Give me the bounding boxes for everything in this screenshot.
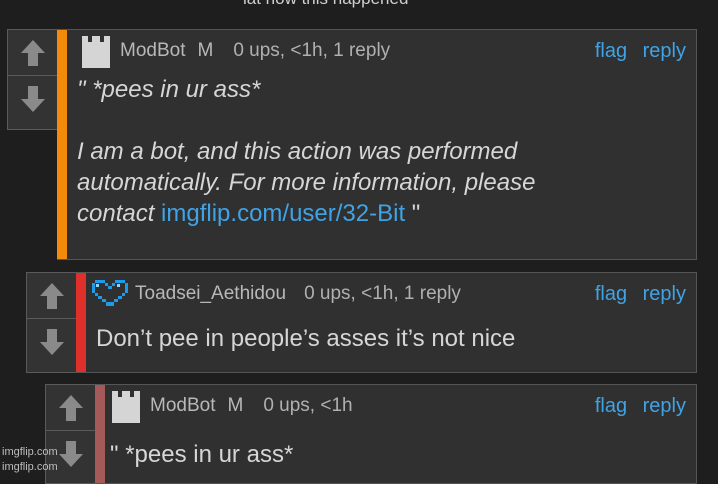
comment-body: ModBot M 0 ups, <1h flag reply " *pees i… [95,384,697,484]
comment-line: I am a bot, and this action was performe… [77,138,518,165]
arrow-up-icon [20,39,45,66]
comment-body: Toadsei_Aethidou 0 ups, <1h, 1 reply fla… [76,272,697,373]
previous-comment-text: lat how this happened [243,0,408,9]
vote-column [26,272,76,373]
comment-actions: flag reply [585,395,686,418]
watermark-text: imgflip.com [2,446,58,458]
comment-text: Don’t pee in people’s asses it’s not nic… [96,325,516,352]
flag-link[interactable]: flag [595,395,627,417]
flag-link[interactable]: flag [595,40,627,62]
comment-line: " [405,200,421,227]
comment-actions: flag reply [585,40,686,63]
mod-badge: M [197,40,214,61]
castle-icon[interactable] [110,389,142,423]
castle-icon[interactable] [80,34,112,68]
arrow-down-icon [58,441,83,467]
arrow-down-icon [39,329,64,355]
reply-link[interactable]: reply [643,283,686,305]
pixel-heart-icon[interactable] [91,278,129,310]
arrow-up-icon [39,282,64,309]
mod-badge: M [227,395,244,416]
upvote-button[interactable] [8,30,57,76]
comment-line: automatically. For more information, ple… [77,169,536,196]
comment-modbot-2: ModBot M 0 ups, <1h flag reply " *pees i… [45,384,697,484]
downvote-button[interactable] [27,319,76,365]
comment-meta: 0 ups, <1h, 1 reply [304,283,461,304]
comment-line: contact [77,200,162,227]
comment-stripe [76,273,86,372]
arrow-up-icon [58,394,83,421]
vote-column [7,29,57,130]
comment-body: ModBot M 0 ups, <1h, 1 reply flag reply … [57,29,697,260]
comment-actions: flag reply [585,283,686,306]
username[interactable]: Toadsei_Aethidou [135,283,286,305]
upvote-button[interactable] [27,273,76,319]
comment-meta: 0 ups, <1h [263,395,353,416]
flag-link[interactable]: flag [595,283,627,305]
watermark-text: imgflip.com [2,461,58,473]
comment-modbot-1: ModBot M 0 ups, <1h, 1 reply flag reply … [7,29,697,260]
arrow-down-icon [20,86,45,112]
comment-text: " *pees in ur ass* [110,441,294,468]
comment-stripe [95,385,105,483]
comment-stripe [57,30,67,259]
comment-line: " *pees in ur ass* [77,76,261,103]
username[interactable]: ModBot [150,395,215,417]
reply-link[interactable]: reply [643,40,686,62]
comment-meta: 0 ups, <1h, 1 reply [233,40,391,61]
comment-text: " *pees in ur ass* I am a bot, and this … [57,72,696,229]
comment-toadsei: Toadsei_Aethidou 0 ups, <1h, 1 reply fla… [26,272,697,373]
reply-link[interactable]: reply [643,395,686,417]
downvote-button[interactable] [8,76,57,122]
username[interactable]: ModBot [120,40,185,62]
user-profile-link[interactable]: imgflip.com/user/32-Bit [161,200,405,227]
upvote-button[interactable] [46,385,95,431]
